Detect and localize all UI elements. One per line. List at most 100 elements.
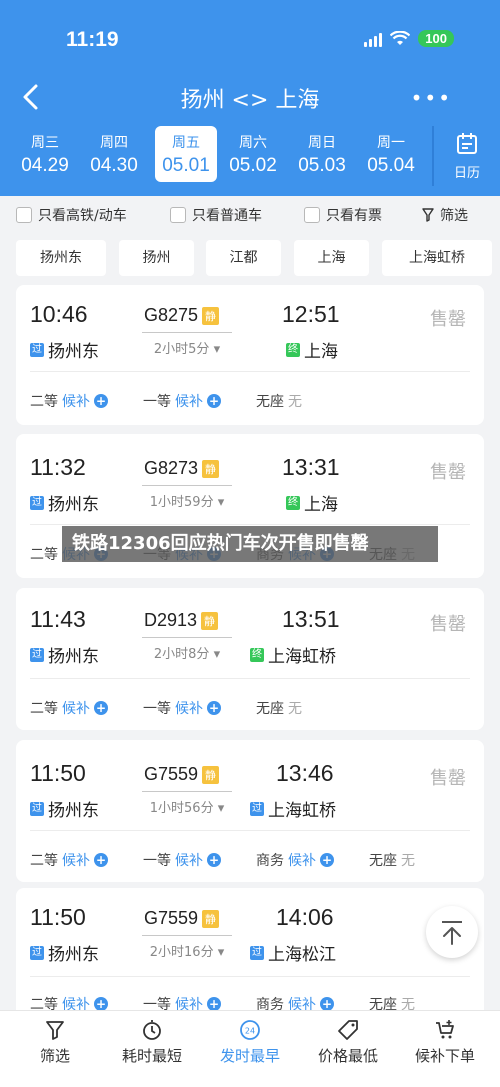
seat-business-class[interactable]: 商务候补+ xyxy=(256,994,369,1010)
filter-available[interactable]: 只看有票 xyxy=(304,205,382,225)
nav-bar: 扬州 <> 上海 ••• xyxy=(0,78,500,118)
divider xyxy=(30,678,470,679)
plus-icon[interactable]: + xyxy=(320,997,334,1010)
sort-earliest-button[interactable]: 24 发时最早 xyxy=(200,1019,300,1066)
plus-icon[interactable]: + xyxy=(320,853,334,867)
train-card[interactable]: 11:50 过 扬州东 G7559 静 2小时16分 ▾ 14:06 过 上海松… xyxy=(16,888,484,1010)
signal-icon xyxy=(364,31,383,47)
scroll-top-button[interactable] xyxy=(426,906,478,958)
depart-station: 过 扬州东 xyxy=(30,801,99,821)
arrive-station: 终 上海 xyxy=(286,342,338,362)
seat-list: 二等候补+ 一等候补+ 商务候补+ 无座无 xyxy=(30,994,482,1010)
chevron-down-icon: ▾ xyxy=(217,495,225,510)
train-number: G7559 静 xyxy=(144,764,220,785)
filter-screen-button[interactable]: 筛选 xyxy=(422,205,468,225)
status-icons: 100 xyxy=(364,30,454,47)
depart-time: 11:43 xyxy=(30,606,86,632)
seat-first-class[interactable]: 一等候补+ xyxy=(143,391,256,411)
sort-cheapest-button[interactable]: 价格最低 xyxy=(298,1019,398,1066)
calendar-button[interactable]: 日历 xyxy=(432,126,500,186)
seat-second-class[interactable]: 二等候补+ xyxy=(30,391,143,411)
depart-time: 11:50 xyxy=(30,760,86,786)
depart-time: 10:46 xyxy=(30,301,88,327)
wifi-icon xyxy=(390,30,411,45)
depart-station: 过 扬州东 xyxy=(30,945,99,965)
chevron-down-icon: ▾ xyxy=(217,801,225,816)
chevron-down-icon: ▾ xyxy=(213,342,221,357)
sort-shortest-button[interactable]: 耗时最短 xyxy=(102,1019,202,1066)
sold-out-label: 售罄 xyxy=(430,309,466,330)
seat-second-class[interactable]: 二等候补+ xyxy=(30,850,143,870)
duration: 2小时5分 ▾ xyxy=(142,332,232,357)
divider xyxy=(30,976,470,977)
train-number: D2913 静 xyxy=(144,610,219,631)
plus-icon[interactable]: + xyxy=(207,853,221,867)
train-card[interactable]: 11:50 过 扬州东 G7559 静 1小时56分 ▾ 13:46 过 上海虹… xyxy=(16,740,484,882)
plus-icon[interactable]: + xyxy=(207,394,221,408)
plus-icon[interactable]: + xyxy=(94,997,108,1010)
station-chip[interactable]: 上海 xyxy=(294,240,369,276)
filter-icon xyxy=(422,208,434,222)
date-tab[interactable]: 周一 05.04 xyxy=(360,126,422,182)
depart-station: 过 扬州东 xyxy=(30,342,99,362)
more-icon[interactable]: ••• xyxy=(411,86,452,110)
seat-second-class[interactable]: 二等候补+ xyxy=(30,698,143,718)
date-tab[interactable]: 周日 05.03 xyxy=(291,126,353,182)
plus-icon[interactable]: + xyxy=(207,997,221,1010)
24h-icon: 24 xyxy=(240,1020,260,1040)
seat-first-class[interactable]: 一等候补+ xyxy=(143,698,256,718)
divider xyxy=(30,371,470,372)
duration: 1小时59分 ▾ xyxy=(142,485,232,510)
depart-time: 11:32 xyxy=(30,454,86,480)
seat-second-class[interactable]: 二等候补+ xyxy=(30,994,143,1010)
plus-icon[interactable]: + xyxy=(94,701,108,715)
seat-first-class[interactable]: 一等候补+ xyxy=(143,994,256,1010)
quiet-badge: 静 xyxy=(202,459,220,478)
arrive-time: 12:51 xyxy=(282,301,340,327)
sold-out-label: 售罄 xyxy=(430,462,466,483)
seat-no-seat: 无座无 xyxy=(256,394,302,410)
seat-no-seat: 无座无 xyxy=(369,997,415,1010)
train-card[interactable]: 11:43 过 扬州东 D2913 静 2小时8分 ▾ 13:51 终 上海虹桥… xyxy=(16,588,484,730)
waitlist-order-button[interactable]: 候补下单 xyxy=(395,1019,495,1066)
pass-tag: 过 xyxy=(30,647,44,662)
arrive-station: 终 上海虹桥 xyxy=(250,647,336,667)
depart-station: 过 扬州东 xyxy=(30,647,99,667)
filter-normal[interactable]: 只看普通车 xyxy=(170,205,262,225)
checkbox-icon[interactable] xyxy=(16,207,32,223)
quiet-badge: 静 xyxy=(202,909,220,928)
depart-station: 过 扬州东 xyxy=(30,495,99,515)
seat-business-class[interactable]: 商务候补+ xyxy=(256,850,369,870)
station-chips: 扬州东 扬州 江都 上海 上海虹桥 xyxy=(0,240,500,276)
checkbox-icon[interactable] xyxy=(170,207,186,223)
plus-icon[interactable]: + xyxy=(94,394,108,408)
depart-time: 11:50 xyxy=(30,904,86,930)
station-chip[interactable]: 扬州东 xyxy=(16,240,106,276)
arrive-station: 过 上海虹桥 xyxy=(250,801,336,821)
train-number: G7559 静 xyxy=(144,908,220,929)
arrive-time: 13:51 xyxy=(282,606,340,632)
clock-icon xyxy=(143,1020,161,1040)
sold-out-label: 售罄 xyxy=(430,614,466,635)
station-chip[interactable]: 上海虹桥 xyxy=(382,240,492,276)
arrive-station: 终 上海 xyxy=(286,495,338,515)
chevron-down-icon: ▾ xyxy=(213,647,221,662)
date-tab[interactable]: 周六 05.02 xyxy=(222,126,284,182)
terminal-tag: 终 xyxy=(250,647,264,662)
date-tab-selected[interactable]: 周五 05.01 xyxy=(155,126,217,182)
duration: 2小时8分 ▾ xyxy=(142,637,232,662)
train-card[interactable]: 10:46 过 扬州东 G8275 静 2小时5分 ▾ 12:51 终 上海 售… xyxy=(16,285,484,425)
duration: 1小时56分 ▾ xyxy=(142,791,232,816)
sort-filter-button[interactable]: 筛选 xyxy=(5,1019,105,1066)
checkbox-icon[interactable] xyxy=(304,207,320,223)
plus-icon[interactable]: + xyxy=(207,701,221,715)
station-chip[interactable]: 江都 xyxy=(206,240,281,276)
date-tab[interactable]: 周三 04.29 xyxy=(14,126,76,182)
status-time: 11:19 xyxy=(66,28,119,51)
station-chip[interactable]: 扬州 xyxy=(119,240,194,276)
date-tab[interactable]: 周四 04.30 xyxy=(83,126,145,182)
filter-high-speed[interactable]: 只看高铁/动车 xyxy=(16,205,127,225)
terminal-tag: 终 xyxy=(286,495,300,510)
seat-first-class[interactable]: 一等候补+ xyxy=(143,850,256,870)
plus-icon[interactable]: + xyxy=(94,853,108,867)
